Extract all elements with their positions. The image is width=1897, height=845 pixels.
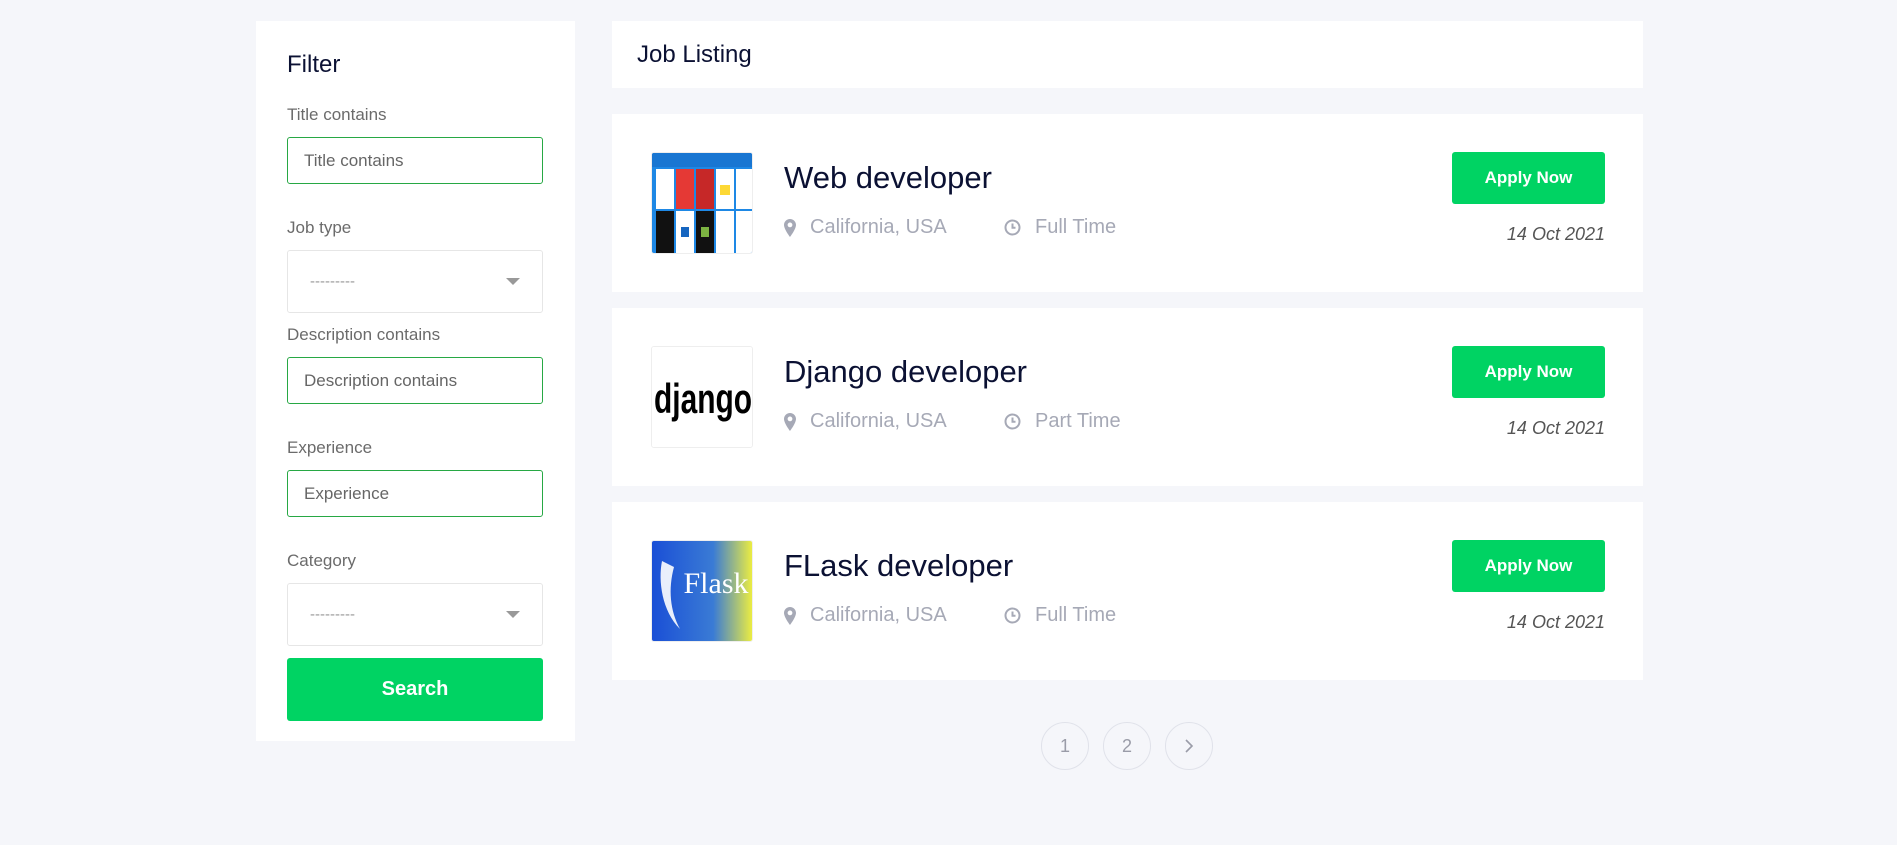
- next-page-button[interactable]: [1165, 722, 1213, 770]
- map-pin-icon: [784, 412, 796, 431]
- job-card: Flask FLask developer California, USA Fu…: [612, 502, 1643, 680]
- description-label: Description contains: [287, 325, 441, 344]
- job-date: 14 Oct 2021: [1506, 418, 1605, 438]
- apply-now-button[interactable]: Apply Now: [1452, 540, 1605, 592]
- clock-icon: [1004, 219, 1021, 236]
- page-1-button[interactable]: 1: [1041, 722, 1089, 770]
- job-location-text: California, USA: [810, 216, 947, 238]
- apply-now-button[interactable]: Apply Now: [1452, 152, 1605, 204]
- title-label: Title contains: [287, 105, 387, 124]
- job-title[interactable]: Web developer: [784, 160, 992, 196]
- chevron-right-icon: [1185, 739, 1194, 753]
- job-type-select[interactable]: ---------: [287, 250, 543, 313]
- page-title: Job Listing: [637, 40, 752, 68]
- job-meta: California, USA Part Time: [784, 410, 1121, 433]
- job-meta: California, USA Full Time: [784, 604, 1116, 627]
- description-input-placeholder: Description contains: [304, 370, 458, 390]
- page-2-button[interactable]: 2: [1103, 722, 1151, 770]
- apply-now-button[interactable]: Apply Now: [1452, 346, 1605, 398]
- frameworks-logo: [651, 152, 753, 254]
- job-location: California, USA: [784, 604, 1004, 627]
- clock-icon: [1004, 413, 1021, 430]
- category-label: Category: [287, 551, 356, 570]
- experience-label: Experience: [287, 438, 373, 457]
- experience-input[interactable]: Experience: [287, 470, 543, 517]
- job-listing-header: Job Listing: [612, 21, 1643, 88]
- django-logo-text: django: [654, 375, 752, 422]
- filter-panel: Filter Title contains Title contains Job…: [256, 21, 575, 741]
- job-date: 14 Oct 2021: [1506, 612, 1605, 632]
- category-value: ---------: [310, 606, 355, 623]
- clock-icon: [1004, 607, 1021, 624]
- flask-logo-text: Flask: [683, 567, 748, 600]
- job-location: California, USA: [784, 216, 1004, 239]
- job-type-text: Full Time: [1035, 604, 1117, 626]
- job-meta: California, USA Full Time: [784, 216, 1116, 239]
- job-card: Web developer California, USA Full Time …: [612, 114, 1643, 292]
- experience-input-placeholder: Experience: [304, 483, 390, 503]
- job-type-text: Part Time: [1035, 410, 1121, 432]
- job-title[interactable]: Django developer: [784, 354, 1027, 390]
- job-type: Part Time: [1004, 410, 1121, 433]
- category-select[interactable]: ---------: [287, 583, 543, 646]
- title-input[interactable]: Title contains: [287, 137, 543, 184]
- job-location-text: California, USA: [810, 410, 947, 432]
- job-location-text: California, USA: [810, 604, 947, 626]
- flask-logo: Flask: [651, 540, 753, 642]
- description-input[interactable]: Description contains: [287, 357, 543, 404]
- map-pin-icon: [784, 606, 796, 625]
- search-button[interactable]: Search: [287, 658, 543, 721]
- job-date: 14 Oct 2021: [1506, 224, 1605, 244]
- job-type-value: ---------: [310, 273, 355, 290]
- chevron-down-icon: [506, 611, 520, 618]
- job-title[interactable]: FLask developer: [784, 548, 1013, 584]
- job-card: django Django developer California, USA …: [612, 308, 1643, 486]
- job-location: California, USA: [784, 410, 1004, 433]
- title-input-placeholder: Title contains: [304, 150, 404, 170]
- filter-heading: Filter: [287, 51, 341, 78]
- job-type: Full Time: [1004, 216, 1116, 239]
- job-type-label: Job type: [287, 218, 352, 237]
- job-type-text: Full Time: [1035, 216, 1117, 238]
- pagination: 1 2: [1041, 722, 1213, 770]
- map-pin-icon: [784, 218, 796, 237]
- django-logo: django: [651, 346, 753, 448]
- job-type: Full Time: [1004, 604, 1116, 627]
- chevron-down-icon: [506, 278, 520, 285]
